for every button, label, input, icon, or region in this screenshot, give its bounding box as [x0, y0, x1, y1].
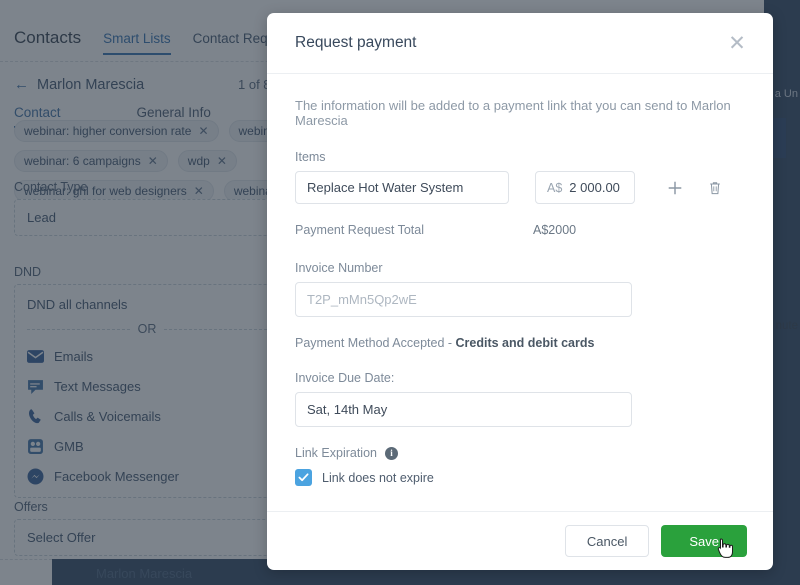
- link-no-expire-row[interactable]: Link does not expire: [295, 469, 745, 486]
- item-amount-input[interactable]: A$ 2 000.00: [535, 171, 635, 204]
- items-label: Items: [295, 150, 326, 164]
- link-no-expire-checkbox[interactable]: [295, 469, 312, 486]
- modal-intro-text: The information will be added to a payme…: [295, 98, 731, 128]
- link-expiration-label: Link Expiration: [295, 446, 377, 460]
- close-icon[interactable]: ✕: [726, 32, 748, 54]
- request-payment-modal: Request payment ✕ The information will b…: [267, 13, 773, 570]
- currency-symbol: A$: [547, 180, 563, 195]
- link-no-expire-label: Link does not expire: [322, 470, 434, 485]
- save-button[interactable]: Save: [661, 525, 747, 557]
- payment-total-value: A$2000: [533, 223, 577, 237]
- due-date-input[interactable]: Sat, 14th May: [295, 392, 632, 427]
- mouse-cursor: [717, 538, 733, 558]
- modal-body: The information will be added to a payme…: [267, 74, 773, 511]
- invoice-number-label: Invoice Number: [295, 261, 383, 275]
- modal-footer: Cancel Save: [267, 511, 773, 570]
- invoice-number-block: Invoice Number T2P_mMn5Qp2wE: [295, 261, 745, 317]
- payment-method-row: Payment Method Accepted - Credits and de…: [295, 336, 745, 350]
- payment-method-label: Payment Method Accepted -: [295, 336, 456, 350]
- item-name-input[interactable]: Replace Hot Water System: [295, 171, 509, 204]
- payment-total-row: Payment Request Total A$2000: [295, 223, 745, 237]
- link-expiration-row: Link Expiration i: [295, 446, 745, 460]
- item-amount-value: 2 000.00: [569, 180, 620, 195]
- trash-icon[interactable]: [704, 177, 726, 199]
- due-date-block: Invoice Due Date: Sat, 14th May: [295, 371, 745, 427]
- due-date-label: Invoice Due Date:: [295, 371, 395, 385]
- payment-method-value: Credits and debit cards: [455, 336, 595, 350]
- invoice-number-input[interactable]: T2P_mMn5Qp2wE: [295, 282, 632, 317]
- plus-icon[interactable]: [664, 177, 686, 199]
- item-row: Replace Hot Water System A$ 2 000.00: [295, 171, 745, 204]
- info-icon[interactable]: i: [385, 446, 398, 460]
- modal-title: Request payment: [295, 34, 417, 51]
- payment-total-label: Payment Request Total: [295, 223, 425, 237]
- modal-header: Request payment ✕: [267, 13, 773, 74]
- cancel-button[interactable]: Cancel: [564, 525, 650, 557]
